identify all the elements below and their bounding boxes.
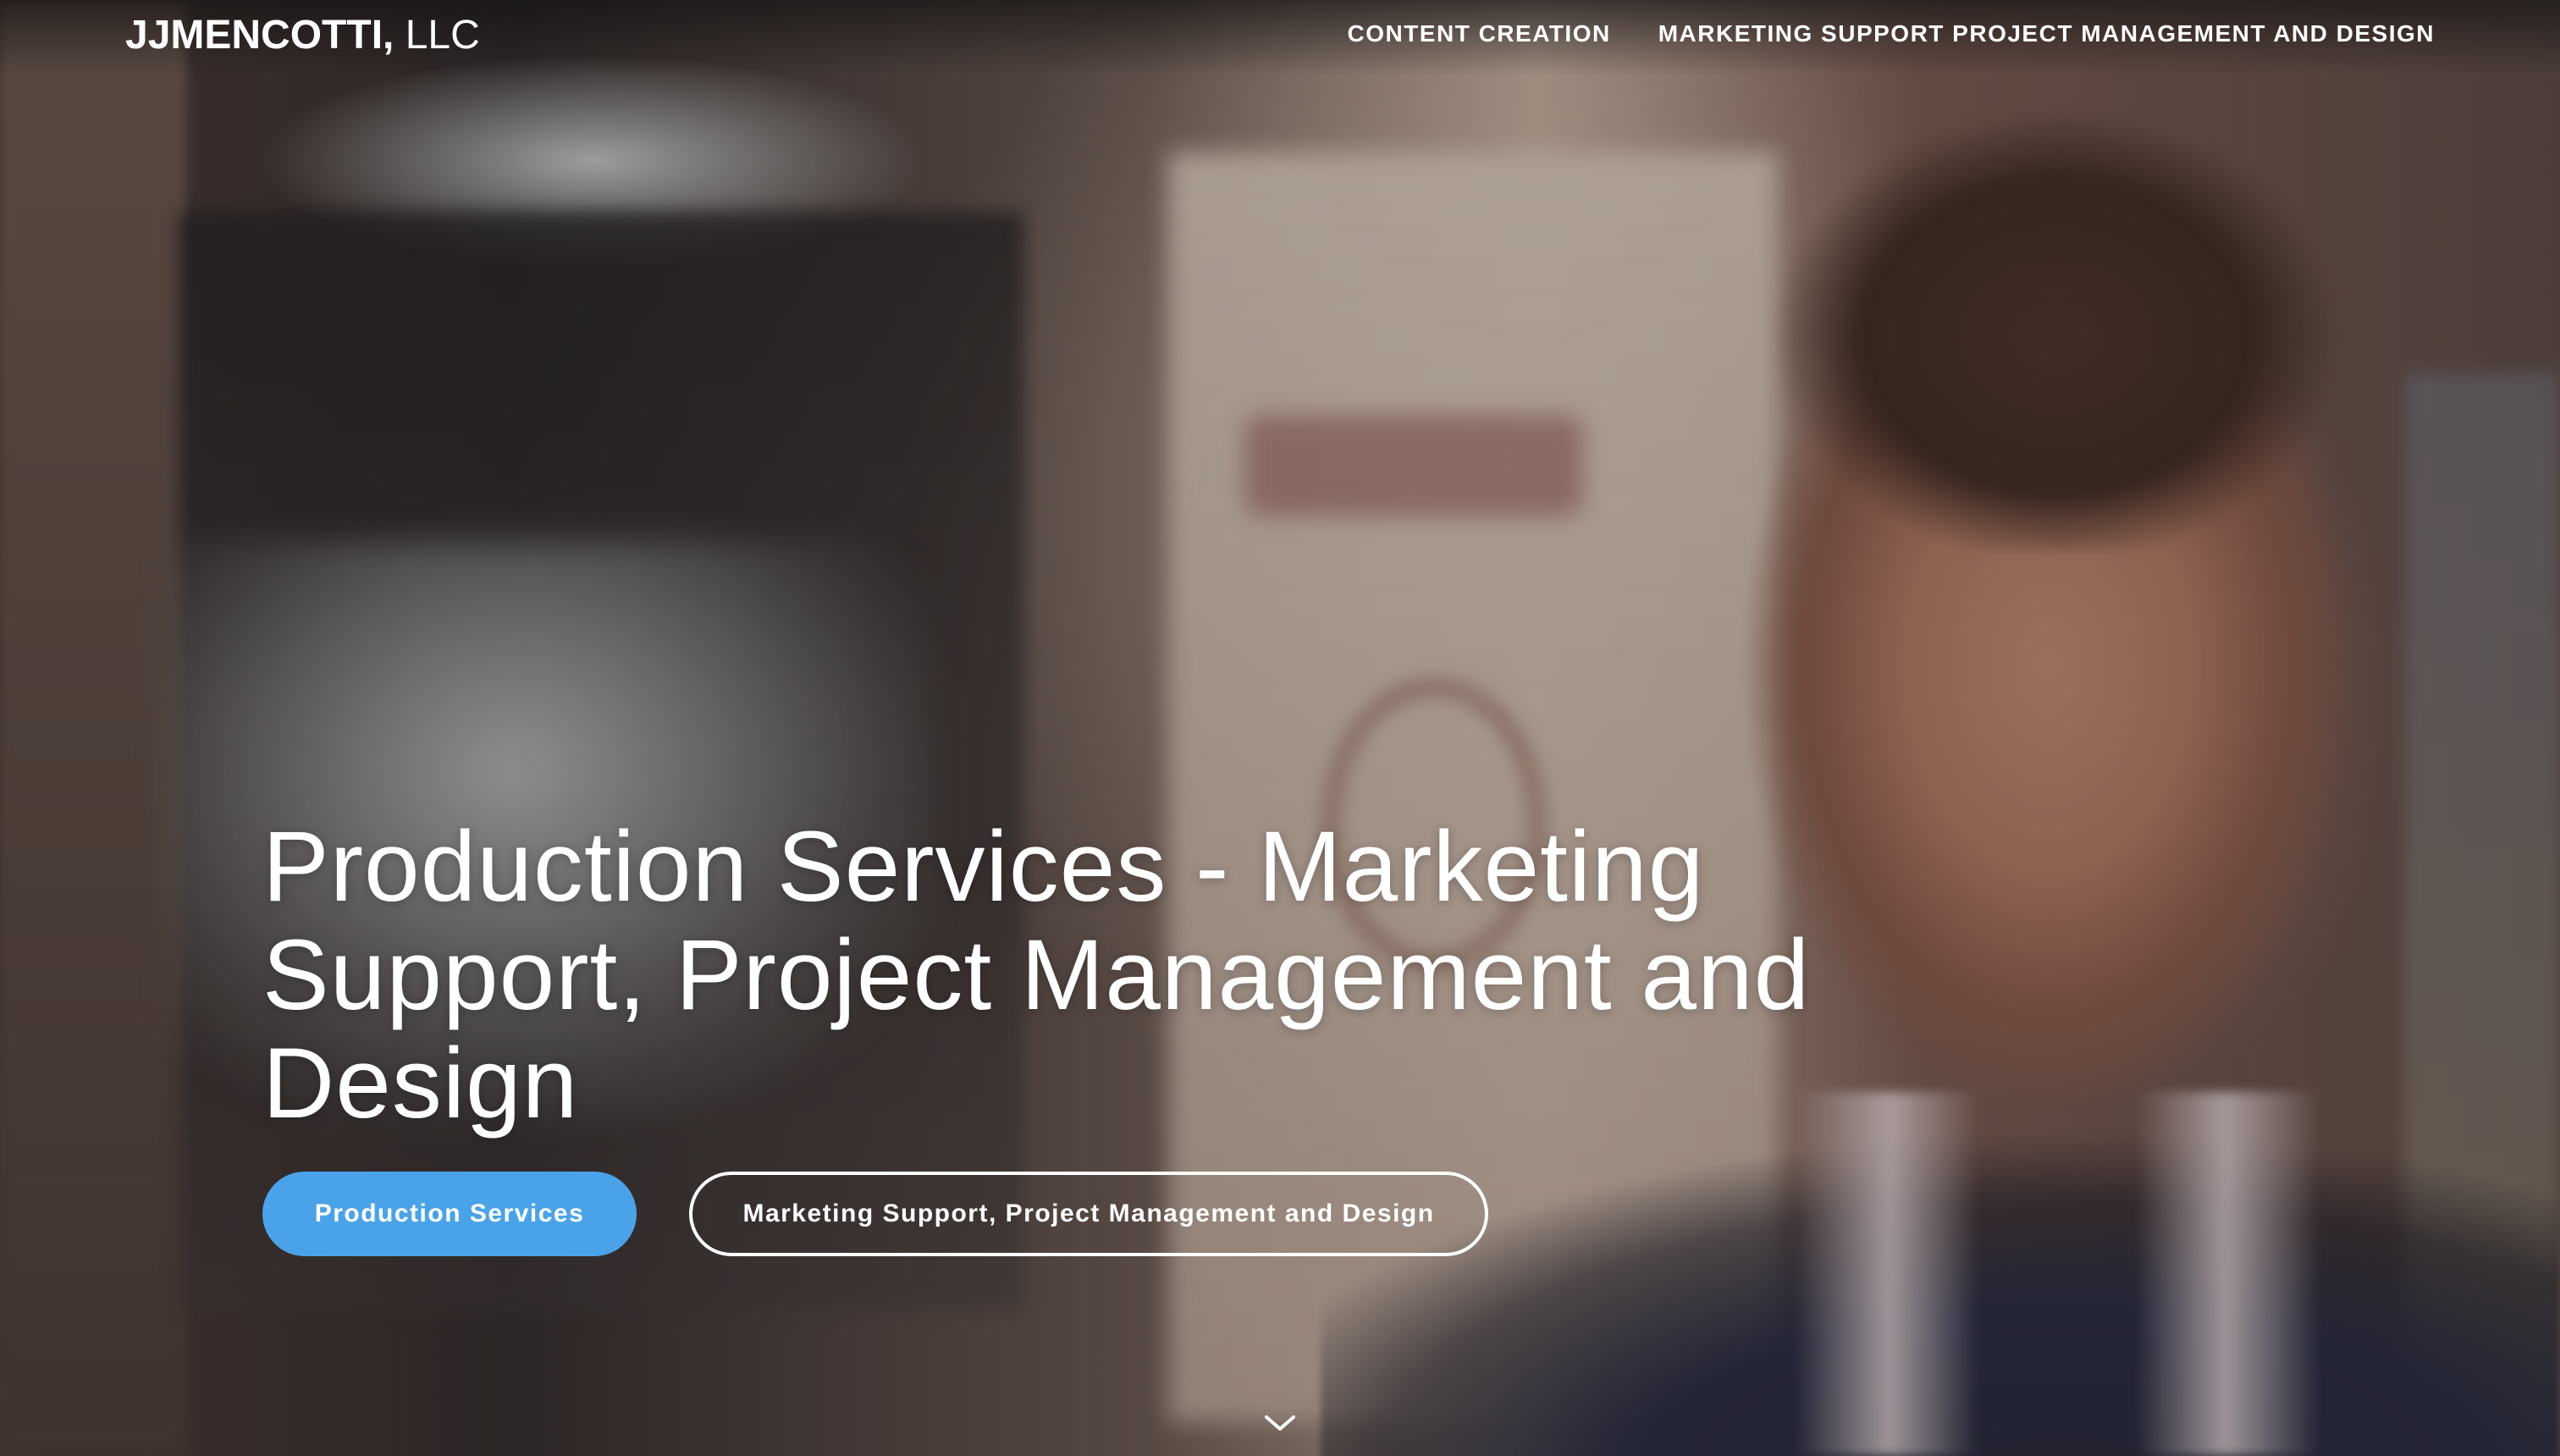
- background-wall-logo: [1244, 415, 1583, 516]
- hero-section: JJMENCOTTI, LLC CONTENT CREATION MARKETI…: [0, 0, 2560, 1456]
- nav-link-content-creation[interactable]: CONTENT CREATION: [1347, 19, 1610, 49]
- top-nav: JJMENCOTTI, LLC CONTENT CREATION MARKETI…: [0, 0, 2560, 68]
- background-pillar: [0, 0, 186, 1456]
- hero-buttons: Production Services Marketing Support, P…: [262, 1172, 1871, 1256]
- background-person-hair: [1702, 76, 2413, 550]
- production-services-button[interactable]: Production Services: [262, 1172, 637, 1256]
- brand-suffix: LLC: [394, 13, 480, 58]
- brand-logo[interactable]: JJMENCOTTI, LLC: [125, 10, 480, 61]
- background-right-edge: [2404, 372, 2560, 1456]
- marketing-support-button[interactable]: Marketing Support, Project Management an…: [689, 1172, 1488, 1256]
- chevron-down-icon-glyph: [1265, 1415, 1295, 1431]
- nav-links: CONTENT CREATION MARKETING SUPPORT PROJE…: [1347, 19, 2435, 49]
- hero-title: Production Services - Marketing Support,…: [262, 811, 1811, 1139]
- chevron-down-icon[interactable]: [1261, 1410, 1299, 1436]
- hero-content: Production Services - Marketing Support,…: [262, 813, 1871, 1256]
- brand-name: JJMENCOTTI,: [125, 13, 394, 58]
- nav-link-marketing-support[interactable]: MARKETING SUPPORT PROJECT MANAGEMENT AND…: [1658, 19, 2435, 49]
- background-person-collar: [1795, 1092, 2320, 1456]
